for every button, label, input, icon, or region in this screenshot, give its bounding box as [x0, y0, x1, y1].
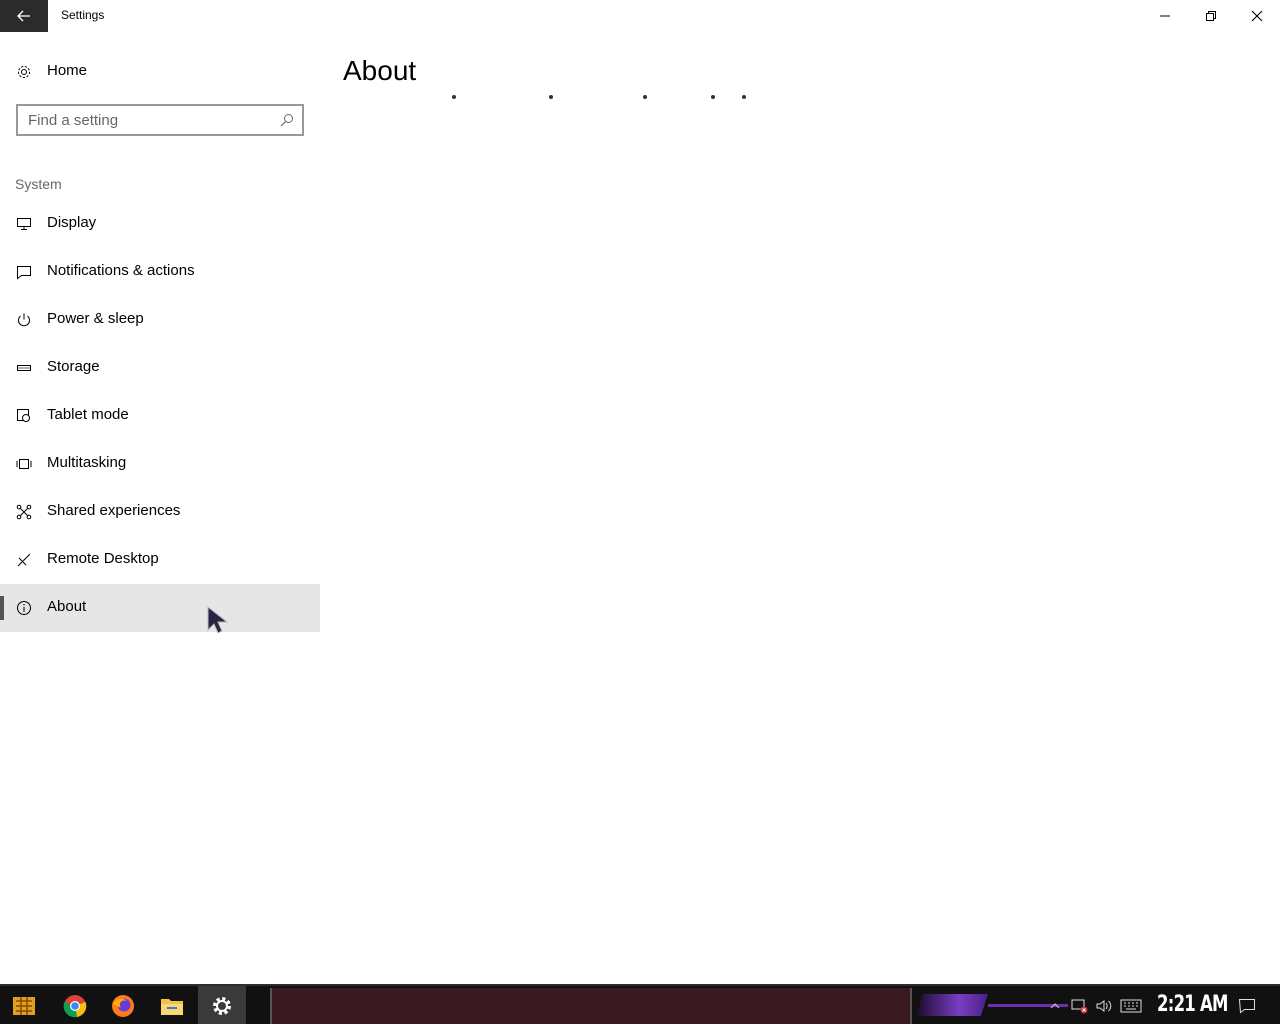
action-center-icon [1238, 999, 1255, 1014]
loading-dot [549, 95, 553, 99]
display-icon [16, 216, 32, 232]
sidebar-item-label: Display [47, 214, 97, 231]
firefox-icon [112, 995, 134, 1017]
network-tray-button[interactable] [1071, 996, 1089, 1016]
notifications-icon [16, 264, 32, 280]
restore-icon [1206, 11, 1216, 21]
action-center-button[interactable] [1238, 996, 1256, 1016]
back-arrow-icon [17, 10, 30, 22]
selected-indicator [0, 596, 4, 620]
sidebar-item-label: Home [47, 62, 88, 79]
taskbar: 2:21 AM [0, 984, 1280, 1024]
start-button[interactable] [0, 986, 48, 1024]
loading-dot [452, 95, 456, 99]
gear-icon [16, 64, 32, 80]
minimize-icon [1160, 15, 1170, 17]
sidebar-item-label: About [47, 598, 87, 615]
taskbar-firefox[interactable] [99, 986, 147, 1024]
info-icon [16, 600, 32, 616]
taskbar-settings[interactable] [198, 986, 246, 1024]
storage-icon [16, 360, 32, 376]
sidebar-item-label: Multitasking [47, 454, 127, 471]
sidebar: Home System Display Notifications & acti… [0, 32, 320, 984]
taskbar-clock[interactable]: 2:21 AM [1157, 992, 1228, 1017]
multitasking-icon [16, 456, 32, 472]
sidebar-item-about[interactable]: About [0, 584, 320, 632]
close-icon [1251, 10, 1263, 22]
loading-dot [742, 95, 746, 99]
sidebar-item-label: Notifications & actions [47, 262, 195, 279]
minimize-button[interactable] [1142, 0, 1188, 32]
network-disconnected-icon [1071, 999, 1088, 1014]
power-icon [16, 312, 32, 328]
sidebar-item-label: Tablet mode [47, 406, 129, 423]
taskbar-chrome[interactable] [51, 986, 99, 1024]
chevron-up-icon [1050, 1003, 1060, 1009]
file-explorer-icon [161, 999, 183, 1015]
back-button[interactable] [0, 0, 48, 32]
sidebar-item-multitasking[interactable]: Multitasking [0, 440, 320, 488]
keyboard-icon [1120, 999, 1142, 1013]
sidebar-item-home[interactable]: Home [0, 48, 320, 96]
settings-icon [213, 997, 231, 1015]
sidebar-item-remote-desktop[interactable]: Remote Desktop [0, 536, 320, 584]
page-title: About [343, 55, 417, 86]
sidebar-item-label: Shared experiences [47, 502, 181, 519]
close-button[interactable] [1234, 0, 1280, 32]
sidebar-item-shared-experiences[interactable]: Shared experiences [0, 488, 320, 536]
keyboard-tray-button[interactable] [1120, 996, 1142, 1016]
taskbar-file-explorer[interactable] [148, 986, 196, 1024]
shared-experiences-icon [16, 504, 32, 520]
mouse-cursor-icon [207, 606, 229, 634]
sidebar-item-power-sleep[interactable]: Power & sleep [0, 296, 320, 344]
remote-desktop-icon [16, 552, 32, 568]
chrome-icon [63, 995, 87, 1018]
taskbar-empty-area [270, 988, 912, 1024]
show-hidden-icons-button[interactable] [1050, 996, 1060, 1016]
search-box[interactable] [16, 104, 304, 136]
sidebar-item-label: Storage [47, 358, 100, 375]
volume-icon [1096, 1000, 1112, 1012]
title-bar: Settings [0, 0, 1280, 32]
window-title: Settings [61, 8, 105, 22]
section-label-system: System [15, 176, 62, 192]
sidebar-item-label: Remote Desktop [47, 550, 159, 567]
sidebar-item-label: Power & sleep [47, 310, 144, 327]
loading-dot [711, 95, 715, 99]
start-icon [13, 997, 35, 1015]
sidebar-item-storage[interactable]: Storage [0, 344, 320, 392]
search-input[interactable] [28, 110, 278, 130]
volume-tray-button[interactable] [1095, 996, 1113, 1016]
sidebar-item-notifications[interactable]: Notifications & actions [0, 248, 320, 296]
sidebar-item-display[interactable]: Display [0, 200, 320, 248]
sidebar-item-tablet-mode[interactable]: Tablet mode [0, 392, 320, 440]
tablet-mode-icon [16, 408, 32, 424]
restore-button[interactable] [1188, 0, 1234, 32]
loading-dot [643, 95, 647, 99]
search-icon[interactable] [280, 113, 294, 127]
taskbar-decoration [916, 994, 988, 1016]
